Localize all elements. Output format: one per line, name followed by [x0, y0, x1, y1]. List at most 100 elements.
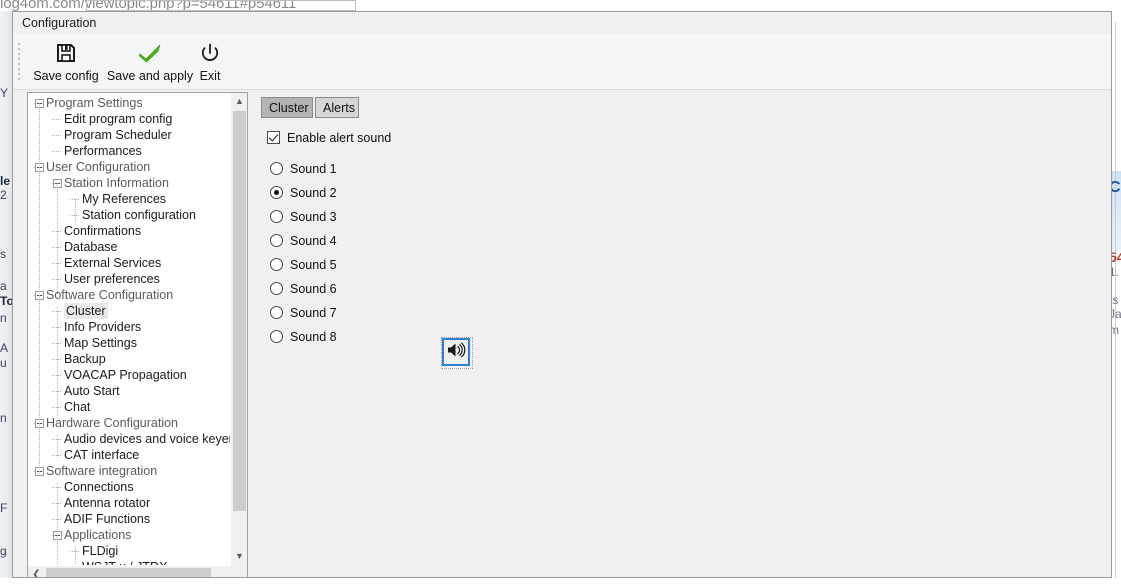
tree-item-label: Info Providers — [64, 320, 142, 334]
tree-item-label: Confirmations — [64, 224, 142, 238]
tree-item[interactable]: Performances — [28, 143, 231, 159]
tree-item-label: Program Scheduler — [64, 128, 172, 142]
tree-connector — [52, 135, 62, 136]
tab-cluster[interactable]: Cluster — [261, 97, 313, 118]
tree-item[interactable]: Map Settings — [28, 335, 231, 351]
tree-item[interactable]: Hardware Configuration — [28, 415, 231, 431]
floppy-disk-icon — [29, 42, 103, 66]
power-icon — [191, 42, 229, 66]
tree-guide-line — [57, 483, 58, 565]
background-text-fragment: g — [0, 544, 7, 558]
tree-item-label: CAT interface — [64, 448, 140, 462]
tree-item[interactable]: Chat — [28, 399, 231, 415]
tree-item-label: ADIF Functions — [64, 512, 151, 526]
browser-url-bar[interactable]: log4om.com/viewtopic.php?p=54611#p54611 — [0, 0, 1121, 11]
tree-item[interactable]: VOACAP Propagation — [28, 367, 231, 383]
content-panel: Cluster Alerts Enable alert sound Sound 1… — [256, 92, 1107, 573]
tree-item[interactable]: User Configuration — [28, 159, 231, 175]
sound-option-label: Sound 1 — [290, 162, 337, 176]
background-text-fragment: A — [0, 341, 9, 355]
tree-item-label: FLDigi — [82, 544, 119, 558]
tree-item[interactable]: My References — [28, 191, 231, 207]
tree-item[interactable]: Cluster — [28, 303, 231, 319]
alerts-tab-page: Enable alert sound Sound 1 Sound 2 Sound 3… — [256, 119, 1107, 573]
tree-item[interactable]: Database — [28, 239, 231, 255]
tree-item[interactable]: Program Scheduler — [28, 127, 231, 143]
tree-item-label: Performances — [64, 144, 142, 158]
sound-radio-button[interactable] — [270, 330, 283, 343]
tree-item[interactable]: Confirmations — [28, 223, 231, 239]
tree-guide-line — [57, 307, 58, 419]
window-titlebar: Configuration — [13, 12, 1111, 34]
tree-item-label: Chat — [64, 400, 91, 414]
sound-radio-button[interactable] — [270, 210, 283, 223]
tree-guide-line — [39, 103, 40, 475]
sound-option-label: Sound 4 — [290, 234, 337, 248]
tree-item[interactable]: Program Settings — [28, 95, 231, 111]
chevron-down-icon[interactable]: ▼ — [231, 548, 247, 565]
enable-alert-sound-checkbox[interactable] — [267, 131, 280, 144]
save-and-apply-label: Save and apply — [106, 69, 194, 83]
tree-item[interactable]: Applications — [28, 527, 231, 543]
background-text-fragment: s — [0, 247, 6, 261]
tree-item[interactable]: Antenna rotator — [28, 495, 231, 511]
background-text-fragment: 2 — [0, 188, 7, 202]
tree-hscroll-thumb[interactable] — [46, 568, 211, 577]
sound-radio-button[interactable] — [270, 258, 283, 271]
tree-vscroll-thumb[interactable] — [233, 111, 246, 511]
tree-item-label: External Services — [64, 256, 162, 270]
sound-radio-button[interactable] — [270, 186, 283, 199]
tree-item-label: Applications — [64, 528, 132, 542]
tree-item[interactable]: Edit program config — [28, 111, 231, 127]
play-sound-button[interactable] — [441, 337, 473, 369]
sound-option-label: Sound 2 — [290, 186, 337, 200]
tree-item[interactable]: User preferences — [28, 271, 231, 287]
sound-radio-button[interactable] — [270, 306, 283, 319]
tree-item[interactable]: Backup — [28, 351, 231, 367]
background-text-fragment: a — [0, 279, 7, 293]
tree-item[interactable]: ADIF Functions — [28, 511, 231, 527]
tree-item[interactable]: External Services — [28, 255, 231, 271]
sound-radio-button[interactable] — [270, 162, 283, 175]
tree-item[interactable]: Software integration — [28, 463, 231, 479]
chevron-left-icon[interactable]: ❮ — [28, 566, 45, 577]
tree-connector — [52, 151, 62, 152]
chevron-up-icon[interactable]: ▲ — [231, 93, 247, 110]
tree-item[interactable]: Connections — [28, 479, 231, 495]
sound-radio-button[interactable] — [270, 234, 283, 247]
tree-guide-line — [57, 435, 58, 459]
tree-item[interactable]: Info Providers — [28, 319, 231, 335]
tree-item[interactable]: FLDigi — [28, 543, 231, 559]
tree-item[interactable]: Software Configuration — [28, 287, 231, 303]
exit-button[interactable]: Exit — [191, 42, 229, 86]
background-text-fragment: u — [0, 356, 7, 370]
tree-guide-line — [75, 547, 76, 565]
settings-tree[interactable]: Program Settings Edit program config Progr… — [28, 93, 231, 565]
tree-item[interactable]: Auto Start — [28, 383, 231, 399]
tree-item[interactable]: CAT interface — [28, 447, 231, 463]
background-text-fragment: le — [0, 174, 11, 188]
tree-item-label: User preferences — [64, 272, 160, 286]
tree-item[interactable]: Station Information — [28, 175, 231, 191]
save-config-button[interactable]: Save config — [29, 42, 103, 86]
tab-alerts[interactable]: Alerts — [315, 97, 359, 118]
sound-radio-button[interactable] — [270, 282, 283, 295]
save-and-apply-button[interactable]: Save and apply — [103, 42, 197, 86]
tree-item-label: Software Configuration — [46, 288, 174, 302]
tree-guide-line — [75, 199, 76, 223]
tree-item-label: Audio devices and voice keyer — [64, 432, 231, 446]
tree-item[interactable]: Station configuration — [28, 207, 231, 223]
tree-horizontal-scrollbar[interactable]: ❮ ❯ — [28, 565, 247, 577]
tree-vertical-scrollbar[interactable]: ▲ ▼ — [230, 93, 247, 565]
green-check-icon — [103, 42, 197, 66]
background-page-left-sliver: Yle 2 s a To n Au n Fg — [0, 11, 12, 587]
window-title: Configuration — [22, 16, 97, 30]
toolbar-grip[interactable] — [18, 43, 21, 83]
background-text-fragment: n — [0, 311, 7, 325]
tree-item-label: Connections — [64, 480, 134, 494]
tree-connector — [52, 119, 62, 120]
screen-root: log4om.com/viewtopic.php?p=54611#p54611 … — [0, 0, 1121, 587]
settings-tree-panel: Program Settings Edit program config Progr… — [27, 92, 248, 577]
tree-item[interactable]: Audio devices and voice keyer — [28, 431, 231, 447]
save-config-label: Save config — [33, 69, 99, 83]
